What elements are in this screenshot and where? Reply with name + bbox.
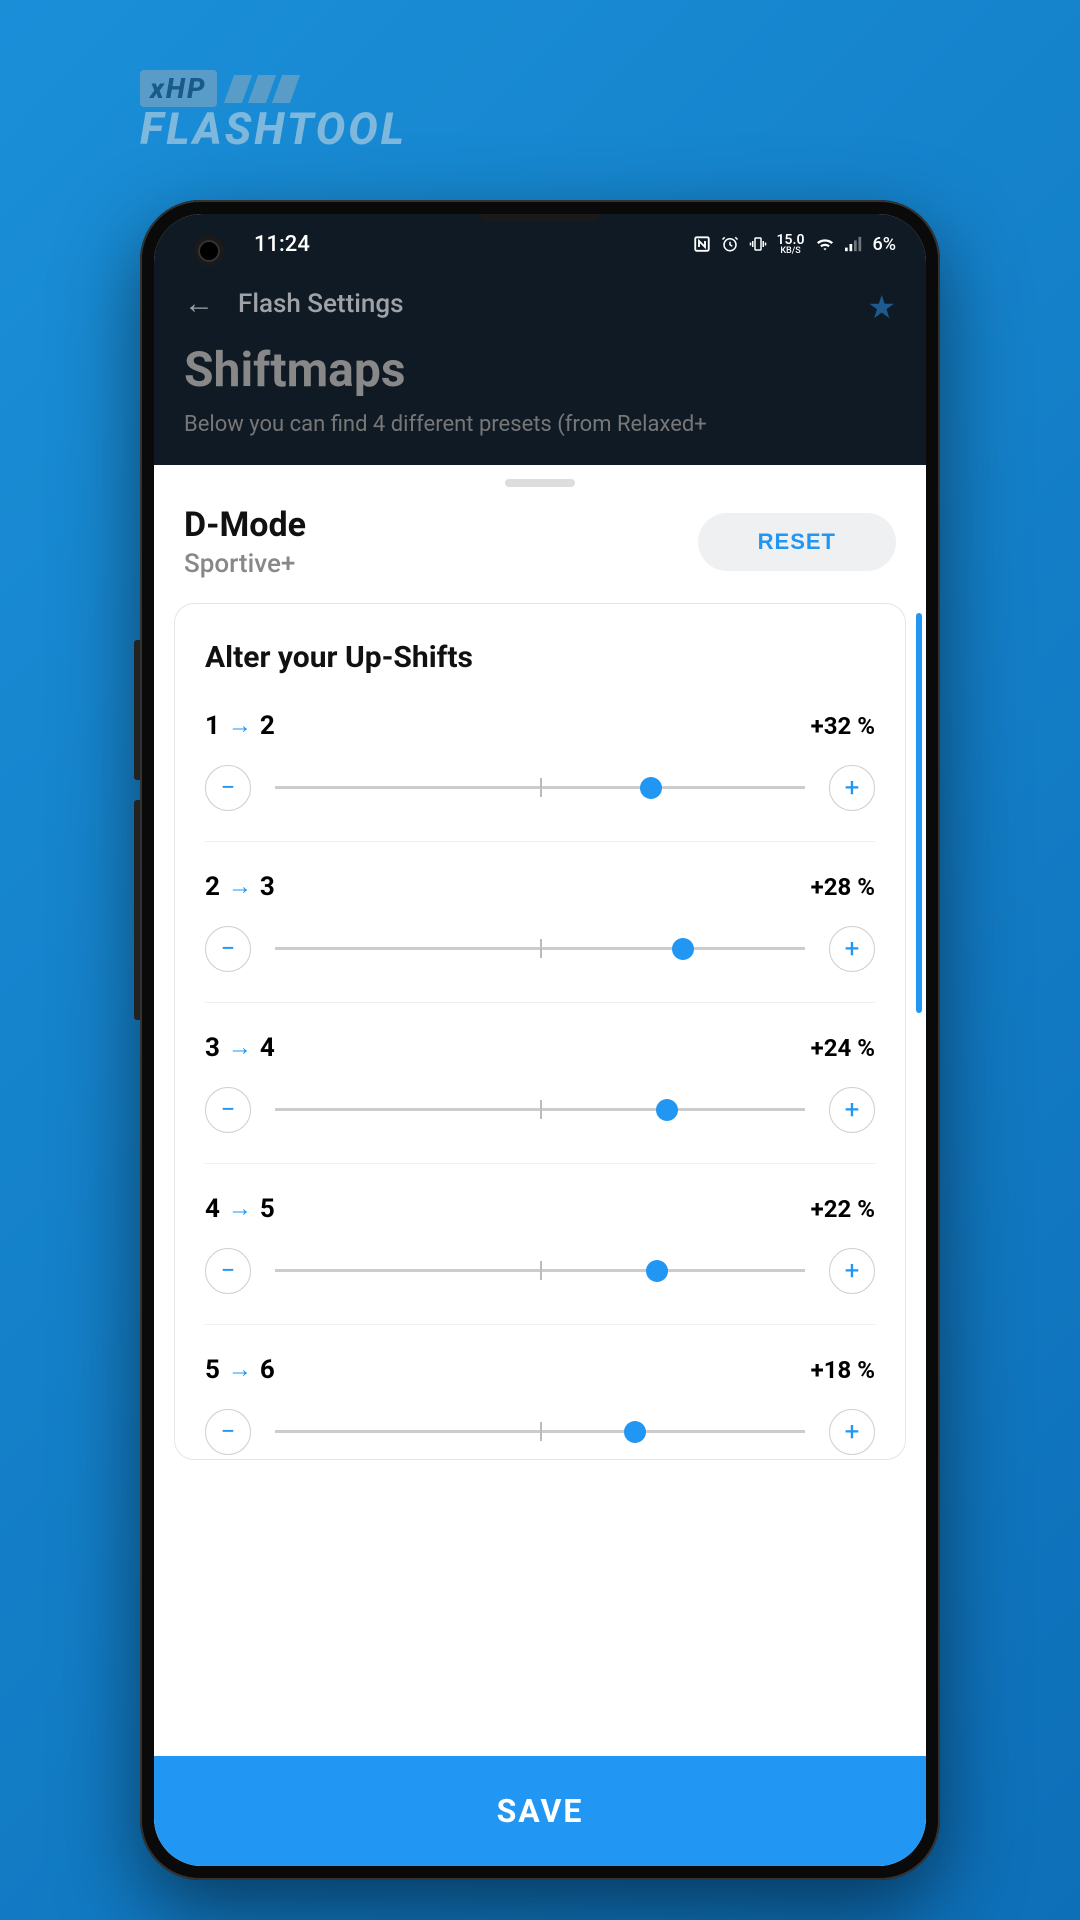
header-title: Flash Settings [238, 289, 403, 319]
shift-slider[interactable] [275, 1108, 805, 1111]
phone-speaker [480, 214, 600, 222]
logo-text: FLASHTOOL [140, 103, 407, 155]
shift-slider[interactable] [275, 786, 805, 789]
battery-percent: 6% [873, 234, 896, 255]
sheet-handle[interactable] [505, 479, 575, 487]
arrow-right-icon: → [228, 1355, 252, 1384]
status-time: 11:24 [254, 232, 310, 257]
arrow-right-icon: → [228, 1194, 252, 1223]
arrow-right-icon: → [228, 1033, 252, 1062]
save-button[interactable]: SAVE [154, 1756, 926, 1866]
page-title: Shiftmaps [184, 341, 896, 398]
scroll-indicator[interactable] [916, 613, 922, 1013]
phone-frame: 11:24 15.0 KB/S [140, 200, 940, 1880]
card-title: Alter your Up-Shifts [205, 640, 875, 675]
mode-subtitle: Sportive+ [184, 549, 306, 579]
signal-icon [845, 236, 863, 252]
shift-slider[interactable] [275, 947, 805, 950]
upshifts-card: Alter your Up-Shifts 1 → 2 +32 % − + 2 →… [174, 603, 906, 1460]
vibrate-icon [749, 235, 767, 253]
increment-button[interactable]: + [829, 926, 875, 972]
wifi-icon [815, 236, 835, 252]
shift-label: 3 → 4 [205, 1033, 275, 1063]
shift-row: 5 → 6 +18 % − + [205, 1355, 875, 1459]
shift-label: 2 → 3 [205, 872, 275, 902]
mode-title: D-Mode [184, 505, 306, 545]
logo-badge: xHP [140, 70, 217, 107]
decrement-button[interactable]: − [205, 926, 251, 972]
arrow-right-icon: → [228, 711, 252, 740]
page-subtitle: Below you can find 4 different presets (… [184, 410, 896, 441]
shift-label: 1 → 2 [205, 711, 275, 741]
network-speed: 15.0 KB/S [777, 233, 805, 256]
shift-value: +22 % [811, 1195, 875, 1223]
shift-row: 2 → 3 +28 % − + [205, 872, 875, 1003]
arrow-right-icon: → [228, 872, 252, 901]
shift-slider[interactable] [275, 1269, 805, 1272]
status-bar: 11:24 15.0 KB/S [154, 214, 926, 274]
decrement-button[interactable]: − [205, 765, 251, 811]
app-logo: xHP FLASHTOOL [140, 70, 407, 155]
alarm-icon [721, 235, 739, 253]
shift-value: +28 % [811, 873, 875, 901]
shift-label: 4 → 5 [205, 1194, 275, 1224]
nfc-icon [693, 235, 711, 253]
shift-value: +24 % [811, 1034, 875, 1062]
dark-header: ← Flash Settings ★ Shiftmaps Below you c… [154, 274, 926, 465]
shift-row: 3 → 4 +24 % − + [205, 1033, 875, 1164]
slider-thumb[interactable] [672, 938, 694, 960]
reset-button[interactable]: RESET [698, 513, 896, 571]
increment-button[interactable]: + [829, 765, 875, 811]
slider-thumb[interactable] [640, 777, 662, 799]
shift-value: +18 % [811, 1356, 875, 1384]
camera-punch-hole [194, 236, 224, 266]
slider-thumb[interactable] [656, 1099, 678, 1121]
increment-button[interactable]: + [829, 1409, 875, 1455]
increment-button[interactable]: + [829, 1087, 875, 1133]
decrement-button[interactable]: − [205, 1409, 251, 1455]
star-icon[interactable]: ★ [867, 288, 896, 326]
shift-value: +32 % [811, 712, 875, 740]
shift-row: 4 → 5 +22 % − + [205, 1194, 875, 1325]
bottom-sheet: D-Mode Sportive+ RESET Alter your Up-Shi… [154, 465, 926, 1866]
slider-thumb[interactable] [624, 1421, 646, 1443]
shift-row: 1 → 2 +32 % − + [205, 711, 875, 842]
back-arrow-icon[interactable]: ← [184, 286, 214, 321]
decrement-button[interactable]: − [205, 1087, 251, 1133]
shift-slider[interactable] [275, 1430, 805, 1433]
slider-thumb[interactable] [646, 1260, 668, 1282]
increment-button[interactable]: + [829, 1248, 875, 1294]
shift-label: 5 → 6 [205, 1355, 275, 1385]
decrement-button[interactable]: − [205, 1248, 251, 1294]
